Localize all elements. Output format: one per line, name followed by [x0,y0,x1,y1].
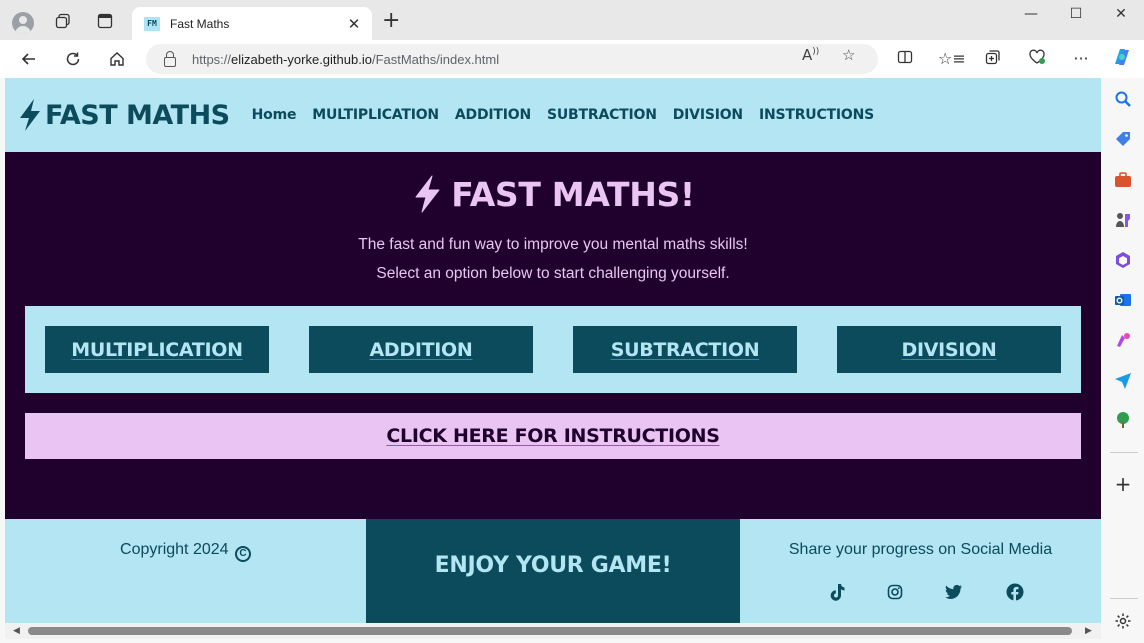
site-header: FAST MATHS Home MULTIPLICATION ADDITION … [5,78,1101,152]
window-close-icon[interactable]: ✕ [1098,6,1144,22]
search-icon[interactable] [1114,90,1132,108]
enjoy-banner: ENJOY YOUR GAME! [366,519,740,623]
share-text: Share your progress on Social Media [788,541,1053,558]
close-tab-icon[interactable]: ✕ [342,15,366,33]
address-bar[interactable]: https://elizabeth-yorke.github.io/FastMa… [146,44,878,74]
scrollbar-thumb[interactable] [28,627,1072,635]
copyright-text: Copyright 2024 C [5,541,366,562]
tools-icon[interactable] [1114,171,1132,189]
favicon-icon: FM [144,16,160,31]
game-options: MULTIPLICATION ADDITION SUBTRACTION DIVI… [25,306,1081,393]
back-icon[interactable] [17,48,41,70]
nav-link-division[interactable]: DIVISION [673,107,743,123]
hero-section: FAST MATHS! The fast and fun way to impr… [5,152,1101,519]
enjoy-text: ENJOY YOUR GAME! [434,552,672,578]
browser-tab-bar: FM Fast Maths ✕ + — ☐ ✕ [0,0,1144,40]
copilot-icon[interactable] [1111,46,1133,72]
outlook-icon[interactable] [1114,291,1132,309]
twitter-icon[interactable] [944,582,964,602]
site-nav: Home MULTIPLICATION ADDITION SUBTRACTION… [252,107,890,123]
more-menu-icon[interactable]: ··· [1070,49,1092,68]
tab-actions-icon[interactable] [94,10,116,32]
instructions-link[interactable]: CLICK HERE FOR INSTRUCTIONS [386,425,719,447]
site-footer: Copyright 2024 C ENJOY YOUR GAME! Share … [5,519,1101,623]
maximize-icon[interactable]: ☐ [1053,6,1099,22]
browser-sidebar: + [1102,78,1144,643]
instructions-banner[interactable]: CLICK HERE FOR INSTRUCTIONS [25,413,1081,459]
tiktok-icon[interactable] [827,582,847,602]
lightning-bolt-icon [20,99,40,131]
subtraction-button[interactable]: SUBTRACTION [573,326,797,373]
browser-tab-active[interactable]: FM Fast Maths ✕ [132,7,372,40]
sidebar-divider [1110,598,1138,599]
profile-avatar-icon[interactable] [12,12,34,34]
split-screen-icon[interactable] [894,49,916,69]
url-text[interactable]: https://elizabeth-yorke.github.io/FastMa… [192,52,499,67]
sidebar-divider [1110,452,1138,453]
read-aloud-icon[interactable]: A)) [802,46,819,64]
lightning-bolt-icon [415,175,440,213]
nav-link-home[interactable]: Home [252,107,297,123]
multiplication-button[interactable]: MULTIPLICATION [45,326,269,373]
web-page: FAST MATHS Home MULTIPLICATION ADDITION … [5,78,1101,623]
microsoft-365-icon[interactable] [1114,251,1132,269]
new-tab-icon[interactable]: + [382,10,400,32]
copyright-icon: C [234,546,251,562]
division-button[interactable]: DIVISION [837,326,1061,373]
favorites-icon[interactable]: ☆≡ [938,49,966,68]
nav-link-subtraction[interactable]: SUBTRACTION [547,107,657,123]
minimize-icon[interactable]: — [1008,6,1054,22]
hero-tagline: The fast and fun way to improve you ment… [358,236,748,253]
hero-title-text: FAST MATHS! [451,174,695,214]
addition-button[interactable]: ADDITION [309,326,533,373]
tree-icon[interactable] [1114,411,1132,429]
home-icon[interactable] [105,48,129,70]
collections-icon[interactable] [982,49,1004,69]
send-icon[interactable] [1114,371,1132,389]
add-icon[interactable]: + [1114,474,1132,494]
tab-title: Fast Maths [170,16,230,31]
horizontal-scrollbar[interactable]: ◀ ▶ [5,623,1101,639]
hero-title: FAST MATHS! [5,174,1101,214]
nav-link-instructions[interactable]: INSTRUCTIONS [759,107,874,123]
nav-link-multiplication[interactable]: MULTIPLICATION [312,107,439,123]
lock-icon[interactable] [164,50,176,67]
browser-essentials-icon[interactable] [1026,49,1048,69]
scroll-right-icon[interactable]: ▶ [1085,626,1092,636]
scroll-left-icon[interactable]: ◀ [13,626,20,636]
nav-link-addition[interactable]: ADDITION [455,107,531,123]
hero-subtitle: Select an option below to start challeng… [376,265,730,282]
settings-gear-icon[interactable] [1114,612,1132,630]
designer-icon[interactable] [1114,331,1132,349]
favorite-star-icon[interactable]: ☆ [842,46,855,64]
site-logo[interactable]: FAST MATHS [17,98,230,132]
facebook-icon[interactable] [1005,582,1025,602]
logo-text: FAST MATHS [45,99,230,131]
refresh-icon[interactable] [61,48,85,70]
games-icon[interactable] [1114,211,1132,229]
browser-toolbar: https://elizabeth-yorke.github.io/FastMa… [0,40,1144,78]
workspaces-icon[interactable] [52,10,74,32]
instagram-icon[interactable] [885,582,905,602]
shopping-tag-icon[interactable] [1114,130,1132,148]
